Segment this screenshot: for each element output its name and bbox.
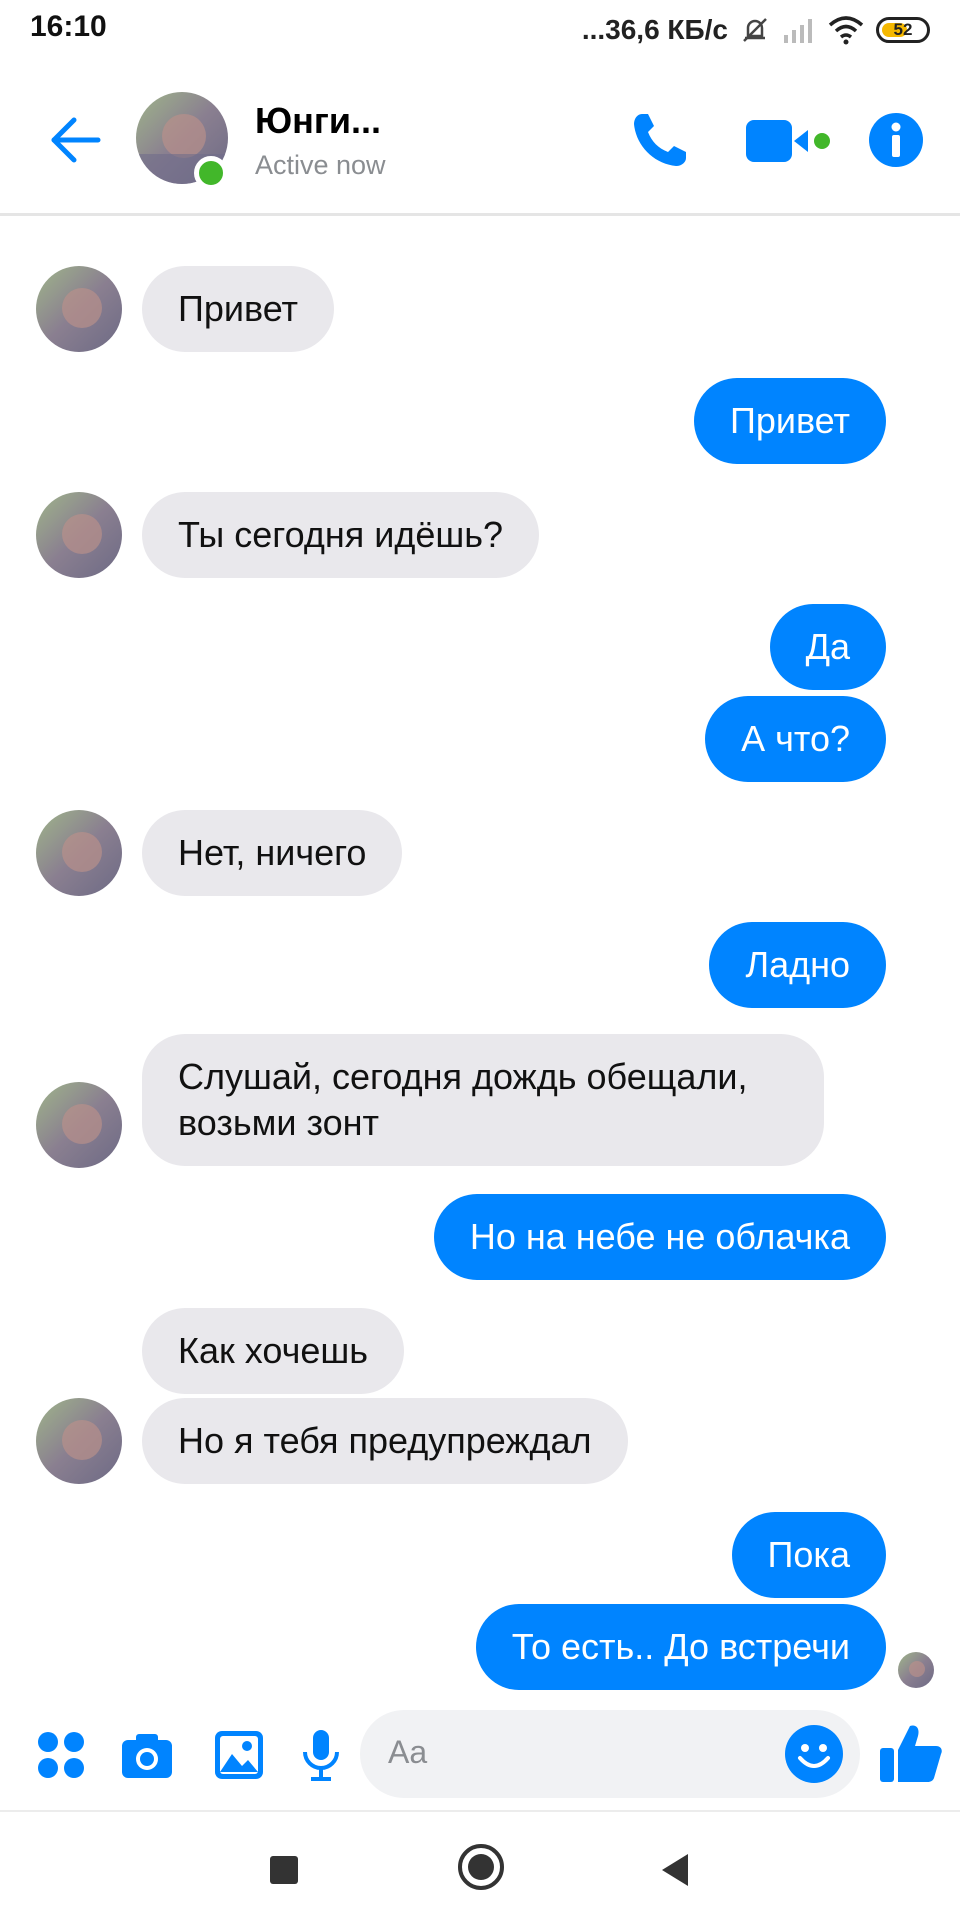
avatar[interactable] <box>36 266 122 352</box>
status-bar: 16:10 ...36,6 КБ/с 52 <box>0 0 960 60</box>
avatar[interactable] <box>36 1398 122 1484</box>
phone-icon[interactable] <box>628 108 692 172</box>
avatar[interactable] <box>36 810 122 896</box>
silent-bell-icon <box>743 18 767 42</box>
contact-status: Active now <box>255 150 386 180</box>
message-composer: Aa <box>0 1706 960 1802</box>
recents-square-icon[interactable] <box>262 1848 306 1892</box>
system-navigation-bar <box>0 1810 960 1922</box>
message-bubble-outgoing[interactable]: Но на небе не облачка <box>433 1194 886 1280</box>
info-icon[interactable] <box>868 112 924 168</box>
back-arrow-icon[interactable] <box>46 110 106 170</box>
home-circle-icon[interactable] <box>456 1842 506 1892</box>
microphone-icon[interactable] <box>294 1728 348 1782</box>
battery-icon: 52 <box>876 17 930 43</box>
message-bubble-outgoing[interactable]: Ладно <box>709 922 886 1008</box>
avatar[interactable] <box>36 492 122 578</box>
message-input-placeholder: Aa <box>388 1734 428 1770</box>
message-bubble-incoming[interactable]: Нет, ничего <box>142 810 403 896</box>
message-bubble-incoming[interactable]: Но я тебя предупреждал <box>142 1398 628 1484</box>
status-indicators: ...36,6 КБ/с 52 <box>582 10 930 50</box>
thumbs-up-icon[interactable] <box>878 1720 944 1786</box>
back-triangle-icon[interactable] <box>654 1848 698 1892</box>
network-speed: ...36,6 КБ/с <box>581 14 728 45</box>
seen-avatar <box>898 1652 934 1688</box>
battery-level: 52 <box>893 20 913 39</box>
status-time: 16:10 <box>30 10 107 43</box>
online-indicator <box>194 156 228 190</box>
camera-icon[interactable] <box>120 1728 174 1782</box>
video-camera-icon[interactable] <box>744 116 834 166</box>
gallery-icon[interactable] <box>212 1728 266 1782</box>
signal-icon <box>784 19 812 43</box>
message-bubble-incoming[interactable]: Ты сегодня идёшь? <box>142 492 540 578</box>
message-bubble-outgoing[interactable]: Пока <box>731 1512 886 1598</box>
message-bubble-incoming[interactable]: Как хочешь <box>142 1308 404 1394</box>
emoji-icon[interactable] <box>784 1724 844 1784</box>
message-bubble-outgoing[interactable]: То есть.. До встречи <box>475 1604 886 1690</box>
wifi-icon <box>828 16 864 45</box>
contact-name[interactable]: Юнги... <box>255 100 381 142</box>
chat-header: Юнги... Active now <box>0 72 960 216</box>
message-bubble-outgoing[interactable]: Да <box>769 604 886 690</box>
message-bubble-outgoing[interactable]: Привет <box>693 378 886 464</box>
message-bubble-incoming[interactable]: Слушай, сегодня дождь обещали, возьми зо… <box>142 1034 824 1166</box>
message-bubble-incoming[interactable]: Привет <box>142 266 335 352</box>
message-input[interactable]: Aa <box>360 1710 860 1798</box>
avatar[interactable] <box>36 1082 122 1168</box>
message-bubble-outgoing[interactable]: А что? <box>705 696 886 782</box>
apps-grid-icon[interactable] <box>34 1728 88 1782</box>
